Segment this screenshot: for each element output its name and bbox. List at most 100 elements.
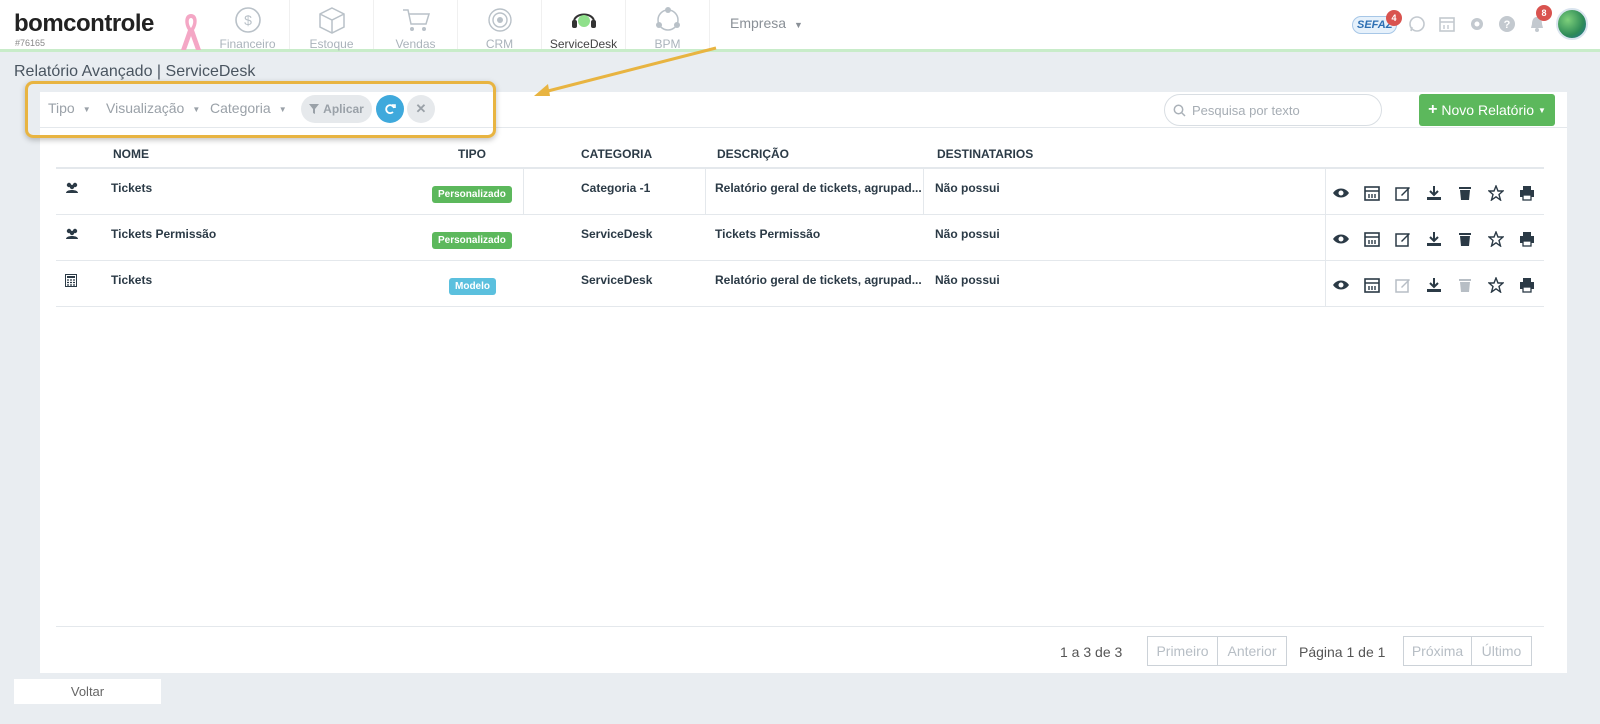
- cell-name: Tickets: [111, 273, 153, 287]
- apply-filter-button[interactable]: Aplicar: [301, 95, 372, 123]
- logo-text: bomcontrole: [14, 10, 154, 37]
- module-label: CRM: [485, 37, 514, 51]
- next-page-button[interactable]: Próxima: [1403, 636, 1472, 666]
- column-divider: [523, 169, 524, 214]
- edit-icon[interactable]: [1394, 184, 1412, 202]
- empresa-dropdown[interactable]: Empresa ▼: [730, 15, 803, 31]
- type-tag: Personalizado: [432, 186, 512, 203]
- eye-icon[interactable]: [1332, 276, 1350, 294]
- module-crm[interactable]: CRM: [458, 0, 542, 51]
- cell-category: Categoria -1: [581, 181, 651, 195]
- filter-label: Tipo: [48, 100, 75, 116]
- eye-icon[interactable]: [1332, 184, 1350, 202]
- cell-name: Tickets: [111, 181, 153, 195]
- caret-down-icon: ▼: [82, 105, 91, 114]
- left-gutter: [0, 90, 40, 673]
- table-header: NOME TIPO CATEGORIA DESCRIÇÃO DESTINATAR…: [56, 142, 1544, 169]
- download-icon[interactable]: [1425, 230, 1443, 248]
- header-actions: SEFAZ 4 ? 8: [1352, 5, 1588, 41]
- users-icon: [66, 182, 78, 193]
- search-input[interactable]: [1192, 102, 1372, 118]
- cell-description: Relatório geral de tickets, agrupad...: [715, 273, 922, 287]
- module-vendas[interactable]: Vendas: [374, 0, 458, 51]
- calculator-icon: [65, 274, 77, 287]
- edit-icon[interactable]: [1394, 230, 1412, 248]
- caret-down-icon: ▼: [278, 105, 287, 114]
- cell-description: Relatório geral de tickets, agrupad...: [715, 181, 922, 195]
- refresh-button[interactable]: [376, 95, 404, 123]
- pink-ribbon-icon: [181, 14, 201, 50]
- top-navbar: bomcontrole #76165 $ Financeiro Estoque …: [0, 0, 1600, 52]
- header-tipo[interactable]: TIPO: [458, 147, 486, 161]
- first-page-button[interactable]: Primeiro: [1147, 636, 1218, 666]
- header-nome[interactable]: NOME: [113, 147, 149, 161]
- calendar-icon[interactable]: [1363, 184, 1381, 202]
- svg-text:$: $: [244, 12, 252, 28]
- bomcontrole-logo[interactable]: bomcontrole #76165: [14, 10, 154, 48]
- caret-down-icon: ▼: [192, 105, 201, 114]
- calendar-icon[interactable]: [1363, 230, 1381, 248]
- module-estoque[interactable]: Estoque: [290, 0, 374, 51]
- print-icon[interactable]: [1518, 276, 1536, 294]
- new-report-button[interactable]: + Novo Relatório ▼: [1419, 94, 1555, 126]
- table-row[interactable]: Tickets Permissão Personalizado ServiceD…: [56, 215, 1544, 261]
- calendar-icon[interactable]: [1363, 276, 1381, 294]
- header-destinatarios[interactable]: DESTINATARIOS: [937, 147, 1033, 161]
- report-panel: Tipo ▼ Visualização ▼ Categoria ▼ Aplicar ✕…: [40, 92, 1567, 673]
- calendar-icon[interactable]: [1436, 13, 1458, 35]
- filter-toolbar: Tipo ▼ Visualização ▼ Categoria ▼ Aplicar ✕…: [40, 92, 1567, 128]
- print-icon[interactable]: [1518, 230, 1536, 248]
- print-icon[interactable]: [1518, 184, 1536, 202]
- record-count: 1 a 3 de 3: [1060, 644, 1123, 660]
- filter-tipo[interactable]: Tipo ▼: [48, 100, 91, 116]
- trash-icon[interactable]: [1456, 184, 1474, 202]
- funnel-icon: [309, 104, 320, 114]
- eye-icon[interactable]: [1332, 230, 1350, 248]
- table-row[interactable]: Tickets Personalizado Categoria -1 Relat…: [56, 169, 1544, 215]
- download-icon[interactable]: [1425, 184, 1443, 202]
- back-button[interactable]: Voltar: [14, 679, 161, 704]
- whatsapp-icon[interactable]: [1406, 13, 1428, 35]
- caret-down-icon: ▼: [794, 20, 803, 30]
- cell-category: ServiceDesk: [581, 227, 653, 241]
- cell-recipients: Não possui: [935, 227, 1000, 241]
- column-divider: [1325, 215, 1326, 260]
- bell-icon[interactable]: 8: [1526, 5, 1552, 35]
- module-servicedesk[interactable]: ServiceDesk: [542, 0, 626, 51]
- user-avatar[interactable]: [1556, 8, 1588, 40]
- table-footer-divider: [56, 626, 1544, 627]
- help-icon[interactable]: ?: [1496, 13, 1518, 35]
- account-id: #76165: [15, 38, 46, 48]
- filter-visualizacao[interactable]: Visualização ▼: [106, 100, 200, 116]
- module-bpm[interactable]: BPM: [626, 0, 710, 51]
- table-row[interactable]: Tickets Modelo ServiceDesk Relatório ger…: [56, 261, 1544, 307]
- module-label: BPM: [654, 37, 681, 51]
- type-tag: Modelo: [449, 278, 496, 295]
- header-descricao[interactable]: DESCRIÇÃO: [717, 147, 789, 161]
- box-icon: [318, 7, 345, 34]
- star-icon[interactable]: [1487, 230, 1505, 248]
- search-box[interactable]: [1164, 94, 1382, 126]
- download-icon[interactable]: [1425, 276, 1443, 294]
- clear-filter-button[interactable]: ✕: [407, 95, 435, 123]
- new-report-label: Novo Relatório: [1441, 102, 1535, 118]
- gear-icon[interactable]: [1466, 13, 1488, 35]
- trash-icon[interactable]: [1456, 230, 1474, 248]
- sefaz-button[interactable]: SEFAZ 4: [1352, 10, 1402, 38]
- star-icon[interactable]: [1487, 184, 1505, 202]
- cell-recipients: Não possui: [935, 181, 1000, 195]
- module-nav: $ Financeiro Estoque Vendas CRM ServiceD…: [206, 0, 710, 51]
- filter-label: Visualização: [106, 100, 185, 116]
- trash-icon: [1456, 276, 1474, 294]
- star-icon[interactable]: [1487, 276, 1505, 294]
- module-financeiro[interactable]: $ Financeiro: [206, 0, 290, 51]
- previous-page-button[interactable]: Anterior: [1217, 636, 1287, 666]
- last-page-button[interactable]: Último: [1471, 636, 1532, 666]
- edit-icon: [1394, 276, 1412, 294]
- headset-icon: [571, 13, 596, 28]
- module-label: Estoque: [309, 37, 354, 51]
- cell-recipients: Não possui: [935, 273, 1000, 287]
- column-divider: [1325, 261, 1326, 306]
- filter-categoria[interactable]: Categoria ▼: [210, 100, 287, 116]
- header-categoria[interactable]: CATEGORIA: [581, 147, 652, 161]
